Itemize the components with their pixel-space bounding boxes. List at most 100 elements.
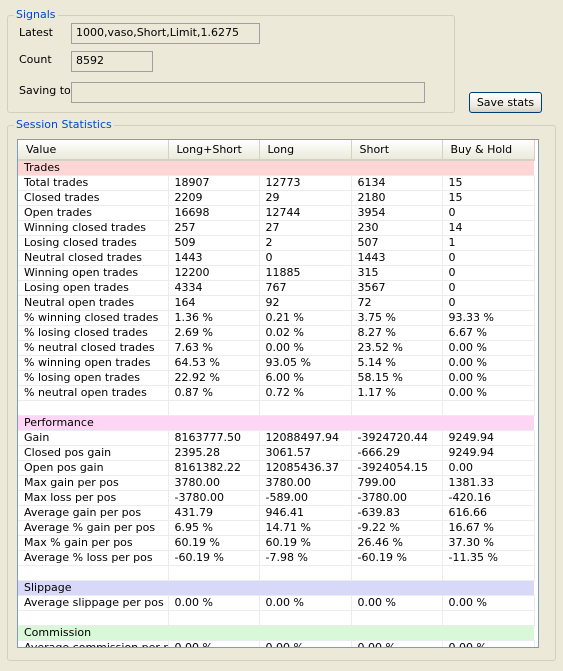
empty-cell [442, 610, 535, 626]
value-cell: 11885 [259, 265, 352, 281]
count-field[interactable]: 8592 [71, 51, 153, 72]
empty-cell [259, 565, 352, 581]
table-row[interactable]: Winning closed trades 257 27 230 14 [18, 220, 535, 236]
value-cell: 6.95 % [168, 520, 260, 536]
saving-to-field[interactable] [71, 82, 425, 103]
value-cell: -420.16 [442, 490, 535, 506]
table-row[interactable]: Average gain per pos 431.79 946.41 -639.83 6… [18, 505, 535, 521]
value-cell: 0 [259, 250, 352, 266]
section-header-row: Commission [18, 625, 534, 641]
table-row[interactable]: % neutral open trades 0.87 % 0.72 % 1.17 % 0… [18, 385, 535, 401]
table-row[interactable]: Neutral open trades 164 92 72 0 [18, 295, 535, 311]
value-cell: 1381.33 [442, 475, 535, 491]
value-cell: 0.72 % [259, 385, 352, 401]
section-header-row: Performance [18, 415, 534, 431]
section-header: Slippage [18, 580, 534, 596]
table-row[interactable]: Average % loss per pos -60.19 % -7.98 % -60… [18, 550, 535, 566]
value-cell: -3780.00 [168, 490, 260, 506]
value-cell: 8.27 % [351, 325, 443, 341]
empty-cell [351, 565, 443, 581]
empty-cell [351, 610, 443, 626]
value-cell: 509 [168, 235, 260, 251]
value-cell: 0 [442, 280, 535, 296]
value-cell: 2209 [168, 190, 260, 206]
value-cell: 230 [351, 220, 443, 236]
value-cell: -11.35 % [442, 550, 535, 566]
value-cell: 0.00 % [442, 340, 535, 356]
table-row[interactable]: Losing closed trades 509 2 507 1 [18, 235, 535, 251]
table-row[interactable]: Total trades 18907 12773 6134 15 [18, 175, 535, 191]
value-cell: 58.15 % [351, 370, 443, 386]
column-header-buy-hold[interactable]: Buy & Hold [442, 140, 535, 161]
row-label-cell: % losing closed trades [18, 325, 169, 341]
row-label-cell: Open pos gain [18, 460, 169, 476]
column-header-long[interactable]: Long [259, 140, 352, 161]
count-label: Count [19, 53, 52, 66]
table-row[interactable]: Average slippage per pos 0.00 % 0.00 % 0.00… [18, 595, 535, 611]
value-cell: -639.83 [351, 505, 443, 521]
table-row[interactable]: Open pos gain 8161382.22 12085436.37 -39240… [18, 460, 535, 476]
table-row[interactable]: Max gain per pos 3780.00 3780.00 799.00 1381… [18, 475, 535, 491]
column-header-short[interactable]: Short [351, 140, 443, 161]
column-header-long-short[interactable]: Long+Short [168, 140, 260, 161]
table-row[interactable]: Open trades 16698 12744 3954 0 [18, 205, 535, 221]
value-cell: 0.02 % [259, 325, 352, 341]
latest-field[interactable]: 1000,vaso,Short,Limit,1.6275 [71, 23, 260, 44]
empty-cell [351, 400, 443, 416]
value-cell: 2180 [351, 190, 443, 206]
table-row[interactable]: Average % gain per pos 6.95 % 14.71 % -9.22… [18, 520, 535, 536]
value-cell: -7.98 % [259, 550, 352, 566]
table-row[interactable]: % losing closed trades 2.69 % 0.02 % 8.27 %… [18, 325, 535, 341]
save-stats-button[interactable]: Save stats [469, 92, 542, 113]
value-cell: 14.71 % [259, 520, 352, 536]
value-cell: 7.63 % [168, 340, 260, 356]
table-row[interactable]: % winning open trades 64.53 % 93.05 % 5.14 … [18, 355, 535, 371]
table-row[interactable]: Neutral closed trades 1443 0 1443 0 [18, 250, 535, 266]
row-label-cell: Average % gain per pos [18, 520, 169, 536]
table-row[interactable]: Max loss per pos -3780.00 -589.00 -3780.00-… [18, 490, 535, 506]
table-row[interactable]: Losing open trades 4334 767 3567 0 [18, 280, 535, 296]
value-cell: 257 [168, 220, 260, 236]
value-cell: 4334 [168, 280, 260, 296]
table-row[interactable]: Closed trades 2209 29 2180 15 [18, 190, 535, 206]
value-cell: 0 [442, 205, 535, 221]
empty-cell [18, 610, 169, 626]
table-row[interactable]: % neutral closed trades 7.63 % 0.00 % 23.52… [18, 340, 535, 356]
value-cell: 0.00 % [442, 595, 535, 611]
row-label-cell: Open trades [18, 205, 169, 221]
value-cell: 93.05 % [259, 355, 352, 371]
table-row[interactable]: % losing open trades 22.92 % 6.00 % 58.15 %… [18, 370, 535, 386]
table-row[interactable]: % winning closed trades 1.36 % 0.21 % 3.75 … [18, 310, 535, 326]
statistics-table[interactable]: Value Long+Short Long Short Buy & Hold T… [17, 139, 539, 648]
value-cell: 0.00 % [351, 640, 443, 647]
table-row[interactable]: Winning open trades 12200 11885 315 0 [18, 265, 535, 281]
section-header: Commission [18, 625, 534, 641]
value-cell: 767 [259, 280, 352, 296]
value-cell: 0.00 [442, 460, 535, 476]
table-row[interactable]: Max % gain per pos 60.19 % 60.19 % 26.46 % 3… [18, 535, 535, 551]
value-cell: 0.00 % [168, 595, 260, 611]
value-cell: 0.00 % [442, 355, 535, 371]
value-cell: 6.67 % [442, 325, 535, 341]
saving-to-label: Saving to [19, 84, 71, 97]
row-label-cell: Neutral closed trades [18, 250, 169, 266]
empty-cell [259, 610, 352, 626]
column-header-value[interactable]: Value [18, 140, 169, 161]
value-cell: -666.29 [351, 445, 443, 461]
value-cell: 12085436.37 [259, 460, 352, 476]
value-cell: -60.19 % [351, 550, 443, 566]
value-cell: 15 [442, 190, 535, 206]
value-cell: 0.87 % [168, 385, 260, 401]
row-label-cell: Average % loss per pos [18, 550, 169, 566]
row-label-cell: Average slippage per pos [18, 595, 169, 611]
table-row[interactable]: Closed pos gain 2395.28 3061.57 -666.29 9249… [18, 445, 535, 461]
row-label-cell: Max % gain per pos [18, 535, 169, 551]
empty-cell [168, 565, 260, 581]
empty-cell [168, 400, 260, 416]
value-cell: 0.21 % [259, 310, 352, 326]
value-cell: 92 [259, 295, 352, 311]
value-cell: 3954 [351, 205, 443, 221]
table-row[interactable]: Gain 8163777.50 12088497.94 -3924720.44 9249… [18, 430, 535, 446]
value-cell: 2395.28 [168, 445, 260, 461]
table-row[interactable]: Average commission per pos 0.00 % 0.00 % 0.… [18, 640, 535, 647]
